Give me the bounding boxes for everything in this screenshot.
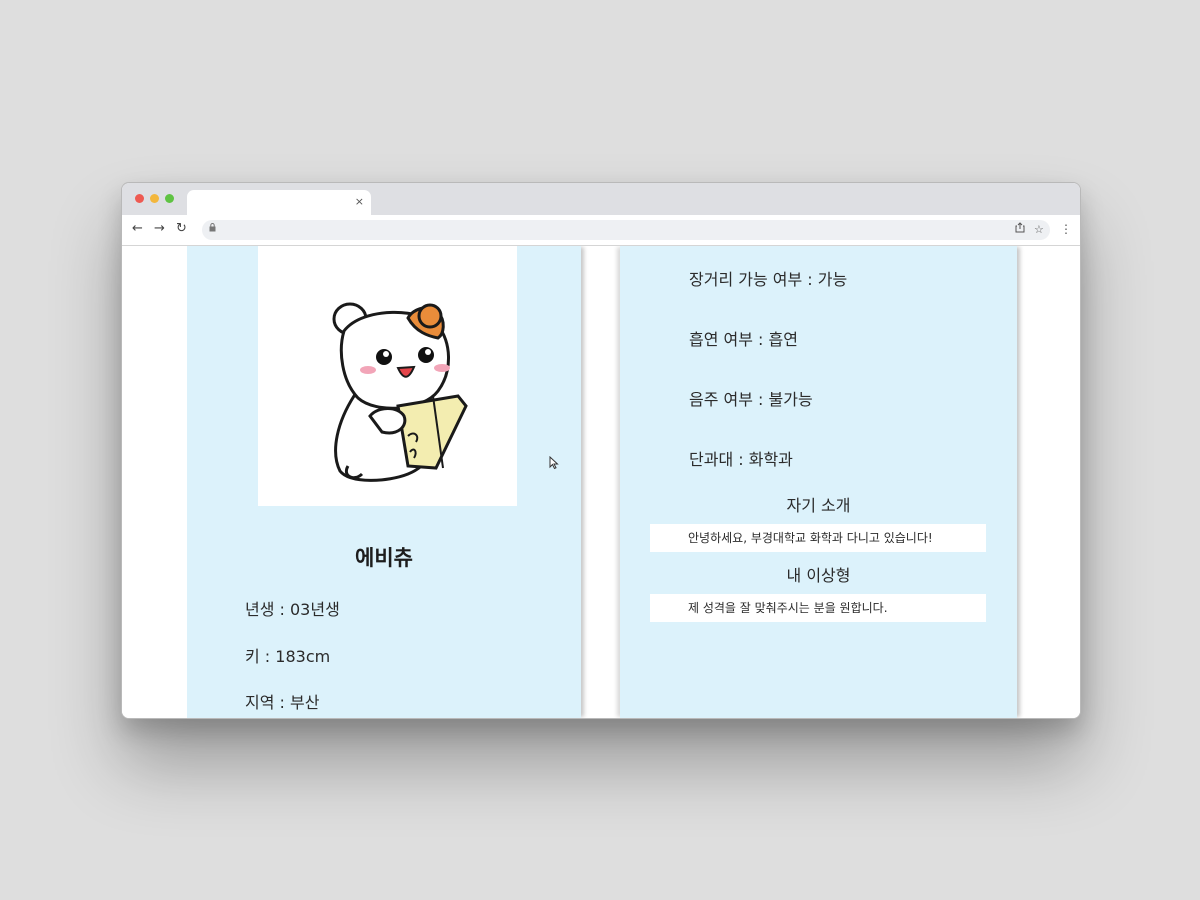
smoking-text: 흡연 여부 : 흡연	[689, 330, 798, 349]
minimize-window-button[interactable]	[150, 194, 159, 203]
back-arrow-icon[interactable]: ←	[132, 221, 143, 237]
birth-year-text: 년생 : 03년생	[245, 600, 340, 619]
page-content: 에비츄 년생 : 03년생 키 : 183cm 지역 : 부산 장거리 가능 여…	[122, 246, 1080, 718]
profile-photo	[258, 246, 517, 506]
region-text: 지역 : 부산	[245, 693, 320, 712]
drinking-text: 음주 여부 : 불가능	[689, 390, 813, 409]
more-menu-icon[interactable]: ⋮	[1060, 221, 1072, 237]
share-icon[interactable]	[1015, 222, 1025, 237]
browser-tab[interactable]: ×	[187, 190, 371, 215]
hamster-illustration	[332, 302, 468, 482]
bookmark-star-icon[interactable]: ☆	[1034, 222, 1044, 237]
profile-panel: 에비츄 년생 : 03년생 키 : 183cm 지역 : 부산	[187, 246, 581, 718]
ideal-title: 내 이상형	[786, 566, 851, 585]
close-window-button[interactable]	[135, 194, 144, 203]
height-text: 키 : 183cm	[245, 647, 331, 666]
forward-arrow-icon[interactable]: →	[154, 221, 165, 237]
long-distance-text: 장거리 가능 여부 : 가능	[689, 270, 848, 289]
details-panel: 장거리 가능 여부 : 가능 흡연 여부 : 흡연 음주 여부 : 불가능 단과…	[620, 246, 1017, 718]
address-bar[interactable]: ☆	[202, 220, 1050, 240]
college-text: 단과대 : 화학과	[689, 450, 793, 469]
profile-name: 에비츄	[355, 546, 413, 570]
intro-text-box: 안녕하세요, 부경대학교 화학과 다니고 있습니다!	[650, 524, 986, 552]
maximize-window-button[interactable]	[165, 194, 174, 203]
mouse-cursor-icon	[549, 456, 559, 470]
browser-window: × ← → ↻ ☆ ⋮ 에비츄 년생: 03년생 키: 183cm 지역:…	[121, 182, 1081, 719]
intro-title: 자기 소개	[786, 496, 851, 515]
title-bar: ×	[122, 183, 1080, 215]
lock-icon	[209, 223, 216, 237]
close-icon[interactable]: ×	[355, 196, 364, 208]
reload-icon[interactable]: ↻	[176, 221, 187, 237]
browser-toolbar: ← → ↻ ☆ ⋮	[122, 215, 1080, 246]
ideal-text-box: 제 성격을 잘 맞춰주시는 분을 원합니다.	[650, 594, 986, 622]
